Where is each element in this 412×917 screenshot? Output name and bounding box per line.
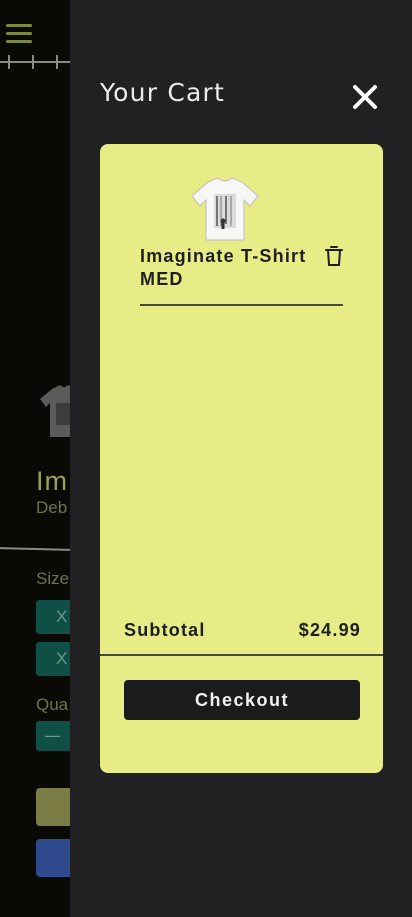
hamburger-menu-icon[interactable] bbox=[6, 24, 32, 44]
product-divider bbox=[0, 547, 71, 551]
cart-drawer: Your Cart Imaginate T-Shirt MED Subtotal… bbox=[70, 0, 412, 917]
cart-item-divider bbox=[140, 304, 343, 306]
header-divider bbox=[0, 55, 70, 69]
close-icon[interactable] bbox=[350, 82, 380, 112]
checkout-button[interactable]: Checkout bbox=[124, 680, 360, 720]
subtotal-divider bbox=[100, 654, 383, 656]
size-label: Size bbox=[36, 569, 70, 588]
product-title: Im bbox=[36, 466, 68, 496]
subtotal-label: Subtotal bbox=[124, 620, 206, 640]
cart-title: Your Cart bbox=[100, 78, 225, 107]
subtotal-value: $24.99 bbox=[298, 620, 361, 640]
product-artist: Deb bbox=[36, 498, 68, 517]
quantity-label: Qua bbox=[36, 695, 69, 714]
cart-item-name: Imaginate T-Shirt bbox=[140, 246, 307, 266]
cart-panel: Imaginate T-Shirt MED Subtotal $24.99 Ch… bbox=[100, 144, 383, 773]
trash-icon[interactable] bbox=[324, 245, 344, 267]
tshirt-image-icon bbox=[191, 177, 259, 241]
cart-item-size: MED bbox=[140, 269, 184, 289]
